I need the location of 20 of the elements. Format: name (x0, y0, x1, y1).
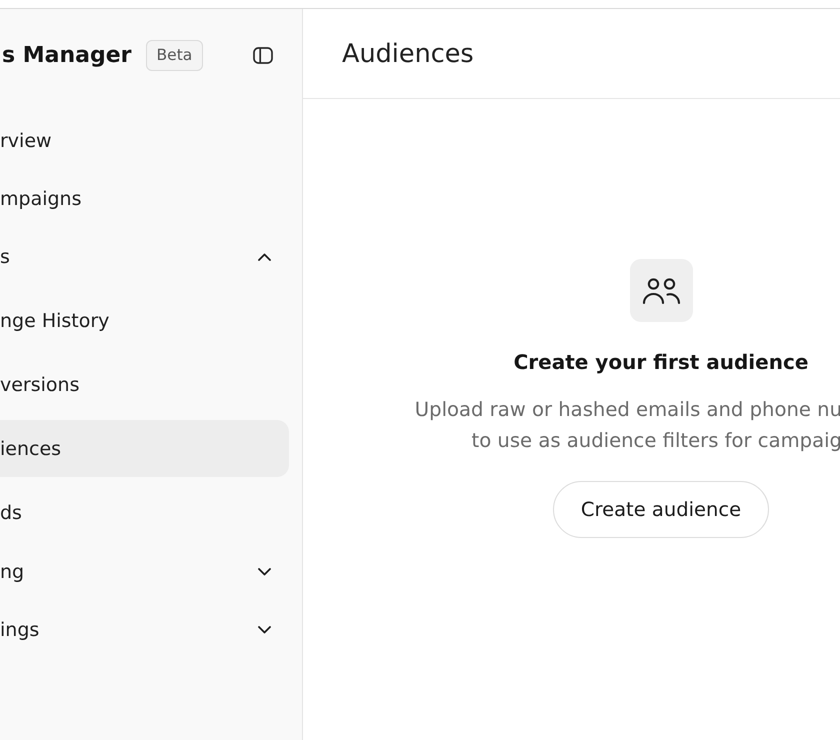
chevron-down-icon[interactable] (258, 626, 271, 634)
empty-state-description: Upload raw or hashed emails and phone nu to use as audience filters for campaig (414, 397, 840, 454)
sidebar-toggle-icon[interactable] (253, 46, 273, 64)
app-title: s Manager (2, 42, 132, 68)
sidebar-item[interactable]: nge History (0, 292, 289, 349)
sidebar-item[interactable]: ds (0, 484, 289, 541)
sidebar-item[interactable]: versions (0, 356, 289, 413)
sidebar-item[interactable]: ings (0, 601, 289, 658)
create-audience-button[interactable]: Create audience (552, 481, 770, 538)
chevron-down-icon[interactable] (258, 568, 271, 576)
people-icon (630, 259, 692, 322)
sidebar-item[interactable]: ng (0, 543, 289, 600)
chevron-up-icon[interactable] (258, 252, 271, 260)
empty-state-heading: Create your first audience (514, 349, 808, 376)
sidebar-item[interactable]: rview (0, 112, 289, 169)
sidebar-item[interactable]: s (0, 228, 289, 285)
sidebar-item[interactable]: iences (0, 420, 289, 477)
beta-badge: Beta (146, 40, 204, 70)
sidebar-item[interactable]: mpaigns (0, 170, 289, 227)
page-title: Audiences (342, 38, 474, 68)
